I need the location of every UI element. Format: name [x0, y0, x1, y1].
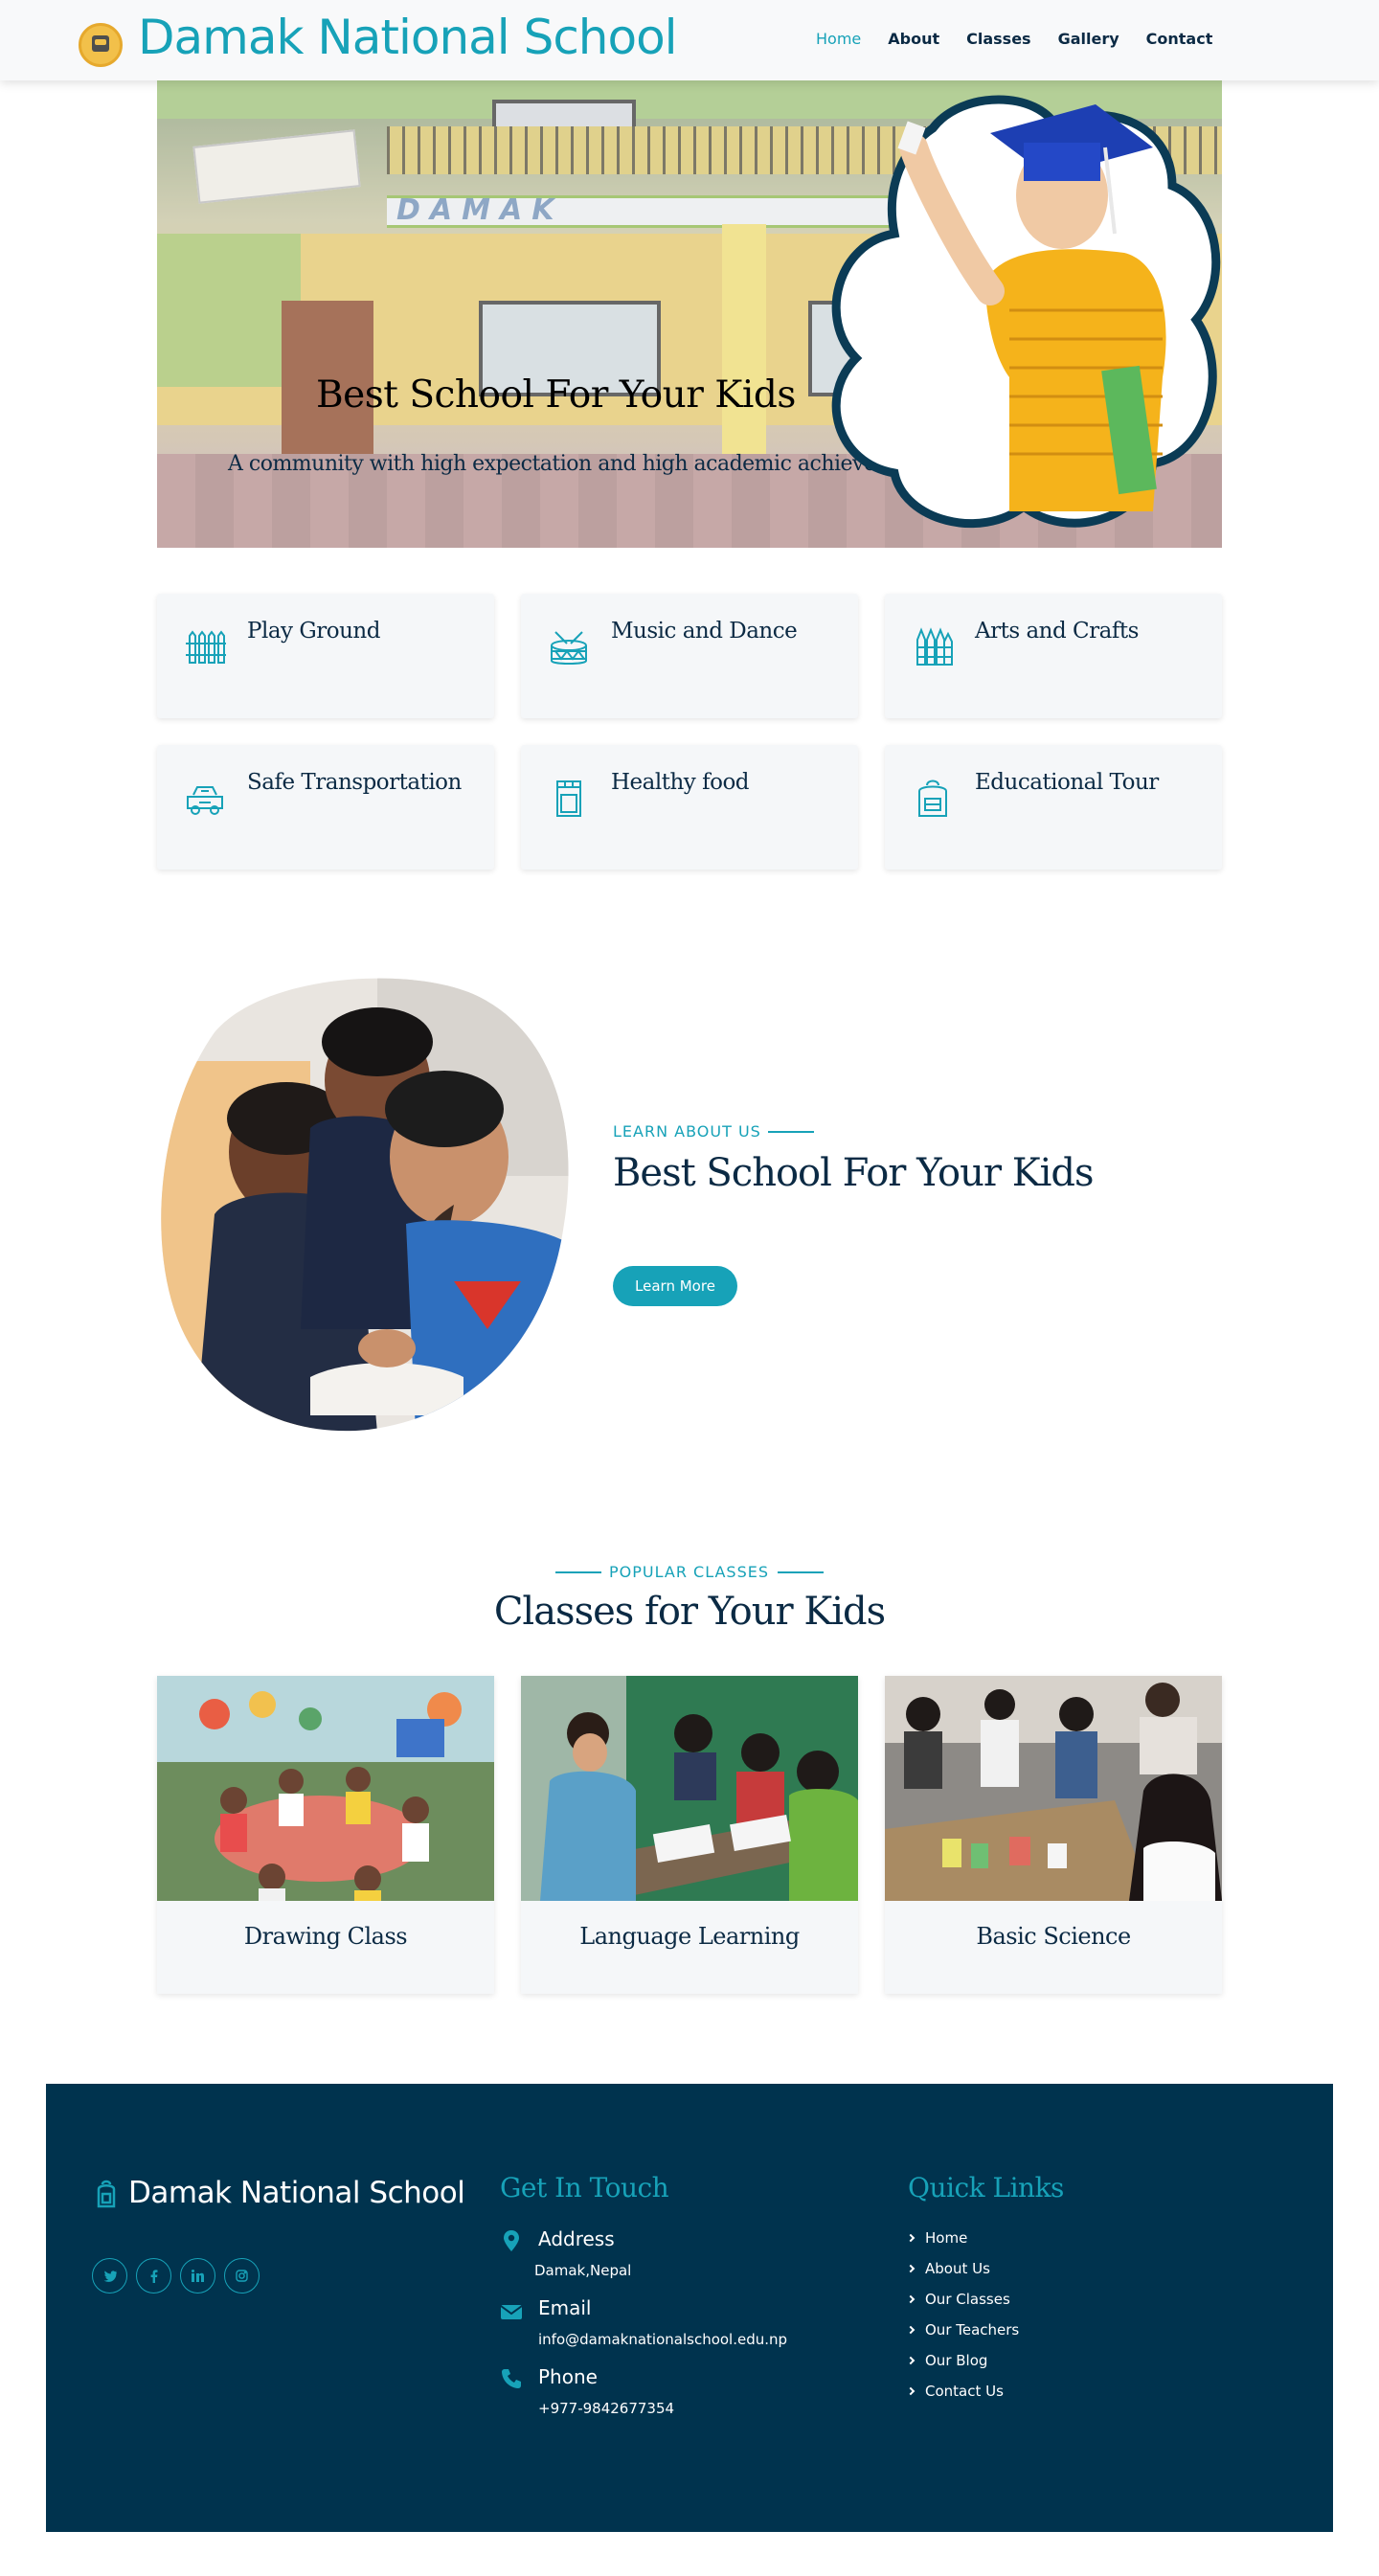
class-name: Basic Science [976, 1923, 1131, 1950]
kicker-line [555, 1571, 601, 1573]
feature-title: Educational Tour [975, 770, 1159, 795]
quick-link-blog[interactable]: Our Blog [906, 2352, 987, 2369]
drum-icon [551, 631, 587, 665]
twitter-icon[interactable] [92, 2258, 127, 2294]
nav-link-contact[interactable]: Contact [1146, 30, 1213, 48]
chevron-right-icon [906, 2386, 916, 2396]
about-teacher-students-image [161, 978, 569, 1432]
school-logo-icon[interactable] [79, 23, 123, 67]
facebook-icon[interactable] [136, 2258, 171, 2294]
classes-kicker: POPULAR CLASSES [609, 1563, 770, 1581]
phone-value[interactable]: +977-9842677354 [538, 2400, 674, 2417]
about-kicker: LEARN ABOUT US [613, 1122, 761, 1141]
address-label: Address [538, 2227, 615, 2250]
kicker-line [768, 1131, 814, 1133]
linkedin-icon[interactable] [180, 2258, 215, 2294]
fence-icon [186, 630, 226, 664]
feature-card-music[interactable]: Music and Dance [521, 594, 858, 718]
phone-label: Phone [538, 2365, 598, 2388]
feature-title: Arts and Crafts [975, 619, 1139, 644]
address-value: Damak,Nepal [534, 2262, 632, 2279]
chevron-right-icon [906, 2325, 916, 2335]
feature-card-tour[interactable]: Educational Tour [885, 745, 1222, 870]
chevron-right-icon [906, 2356, 916, 2365]
chevron-right-icon [906, 2294, 916, 2304]
backpack-icon [97, 2180, 116, 2208]
quick-links-heading: Quick Links [908, 2172, 1064, 2203]
feature-title: Music and Dance [611, 619, 798, 644]
crayons-icon [916, 627, 953, 666]
quick-link-teachers[interactable]: Our Teachers [906, 2321, 1019, 2339]
learn-more-button[interactable]: Learn More [613, 1266, 737, 1306]
phone-icon [502, 2369, 521, 2388]
email-label: Email [538, 2296, 592, 2319]
email-value[interactable]: info@damaknationalschool.edu.np [538, 2331, 787, 2348]
nav-link-gallery[interactable]: Gallery [1058, 30, 1119, 48]
envelope-icon [500, 2305, 523, 2319]
car-icon [187, 786, 223, 815]
quick-link-contact[interactable]: Contact Us [906, 2383, 1004, 2400]
chevron-right-icon [906, 2264, 916, 2273]
chevron-right-icon [906, 2233, 916, 2243]
class-card-language[interactable]: Language Learning [521, 1676, 858, 1994]
class-card-science[interactable]: Basic Science [885, 1676, 1222, 1994]
nav-link-home[interactable]: Home [816, 30, 861, 48]
brand-name[interactable]: Damak National School [138, 10, 678, 65]
about-title: Best School For Your Kids [613, 1151, 1095, 1195]
feature-card-transport[interactable]: Safe Transportation [157, 745, 494, 870]
get-in-touch-heading: Get In Touch [500, 2172, 669, 2203]
hero-kid-image [831, 95, 1221, 529]
map-pin-icon [504, 2230, 519, 2251]
footer-brand[interactable]: Damak National School [128, 2176, 465, 2210]
backpack-icon [918, 780, 947, 817]
feature-title: Play Ground [247, 619, 380, 644]
hero-banner: DAMAK Best School For Your Kids A commun… [157, 80, 1222, 548]
feature-title: Healthy food [611, 770, 750, 795]
footer: Damak National School Get In Touch Addre… [46, 2084, 1333, 2532]
hero-title: Best School For Your Kids [316, 373, 796, 417]
quick-link-home[interactable]: Home [906, 2229, 967, 2247]
nav-links: Home About Classes Gallery Contact [816, 30, 1212, 48]
classes-title: Classes for Your Kids [493, 1590, 886, 1634]
drawing-class-photo [157, 1676, 494, 1901]
class-name: Language Learning [579, 1923, 800, 1950]
quick-link-about[interactable]: About Us [906, 2260, 990, 2277]
basic-science-photo [885, 1676, 1222, 1901]
class-card-drawing[interactable]: Drawing Class [157, 1676, 494, 1994]
language-learning-photo [521, 1676, 858, 1901]
feature-card-playground[interactable]: Play Ground [157, 594, 494, 718]
quick-link-classes[interactable]: Our Classes [906, 2291, 1010, 2308]
feature-title: Safe Transportation [247, 770, 462, 795]
food-icon [556, 780, 581, 817]
nav-link-classes[interactable]: Classes [966, 30, 1030, 48]
kicker-line [778, 1571, 824, 1573]
feature-card-arts[interactable]: Arts and Crafts [885, 594, 1222, 718]
instagram-icon[interactable] [224, 2258, 260, 2294]
navbar: Damak National School Home About Classes… [0, 0, 1379, 80]
feature-card-food[interactable]: Healthy food [521, 745, 858, 870]
class-name: Drawing Class [243, 1923, 408, 1950]
nav-link-about[interactable]: About [888, 30, 939, 48]
